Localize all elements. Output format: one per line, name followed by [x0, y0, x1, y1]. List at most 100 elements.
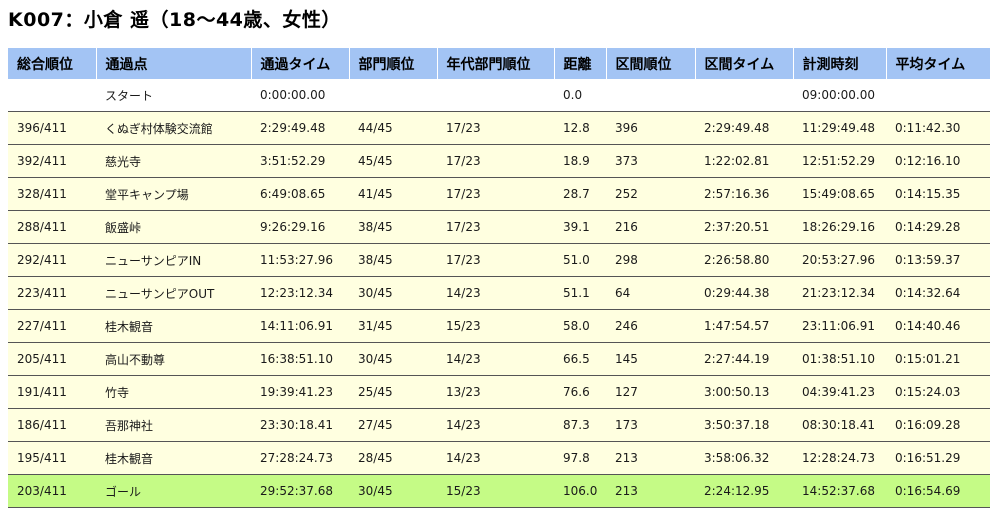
cell-overall-rank: 292/411	[8, 243, 96, 277]
cell-age-division-rank: 14/23	[437, 276, 554, 310]
cell-split-time: 11:53:27.96	[251, 243, 349, 277]
column-header-average-time: 平均タイム	[886, 48, 991, 79]
cell-division-rank: 27/45	[349, 408, 437, 442]
column-header-split-time: 通過タイム	[251, 48, 350, 79]
column-header-checkpoint: 通過点	[96, 48, 252, 79]
table-row: 288/411 飯盛峠 9:26:29.16 38/45 17/23 39.1 216 2:3…	[8, 210, 990, 244]
cell-split-time: 29:52:37.68	[251, 474, 349, 508]
cell-average-time: 0:14:32.64	[886, 276, 990, 310]
cell-distance: 87.3	[554, 408, 606, 442]
cell-section-time: 2:29:49.48	[695, 111, 793, 145]
cell-section-time: 0:29:44.38	[695, 276, 793, 310]
cell-division-rank: 30/45	[349, 474, 437, 508]
cell-section-rank: 396	[606, 111, 695, 145]
cell-section-time: 2:26:58.80	[695, 243, 793, 277]
cell-section-rank: 145	[606, 342, 695, 376]
start-row: スタート 0:00:00.00 0.0 09:00:00.00	[8, 79, 990, 112]
table-row: 392/411 慈光寺 3:51:52.29 45/45 17/23 18.9 373 1:2…	[8, 144, 990, 178]
cell-checkpoint: 飯盛峠	[96, 210, 251, 244]
cell-average-time: 0:11:42.30	[886, 111, 990, 145]
cell-overall-rank: 288/411	[8, 210, 96, 244]
cell-average-time: 0:16:54.69	[886, 474, 990, 508]
cell-age-division-rank: 17/23	[437, 177, 554, 211]
cell-division-rank: 30/45	[349, 276, 437, 310]
cell-section-time: 2:37:20.51	[695, 210, 793, 244]
cell-average-time: 0:15:24.03	[886, 375, 990, 409]
cell-split-time: 3:51:52.29	[251, 144, 349, 178]
cell-distance: 97.8	[554, 441, 606, 475]
cell-overall-rank: 227/411	[8, 309, 96, 343]
cell-average-time: 0:12:16.10	[886, 144, 990, 178]
cell-age-division-rank: 14/23	[437, 342, 554, 376]
cell-overall-rank: 223/411	[8, 276, 96, 310]
table-row: 292/411 ニューサンピアIN 11:53:27.96 38/45 17/23 51.…	[8, 243, 990, 277]
cell-distance: 58.0	[554, 309, 606, 343]
cell-split-time: 9:26:29.16	[251, 210, 349, 244]
table-row: 191/411 竹寺 19:39:41.23 25/45 13/23 76.6 127 3:0…	[8, 375, 990, 409]
cell-clock-time: 21:23:12.34	[793, 276, 886, 310]
cell-clock-time: 20:53:27.96	[793, 243, 886, 277]
cell-division-rank: 44/45	[349, 111, 437, 145]
header-row: 総合順位 通過点 通過タイム 部門順位 年代部門順位 距離 区間順位 区間タイム 計測時刻 平均タ…	[8, 48, 991, 79]
cell-overall-rank: 205/411	[8, 342, 96, 376]
cell-distance: 51.0	[554, 243, 606, 277]
column-header-section-time: 区間タイム	[695, 48, 794, 79]
cell-age-division-rank: 17/23	[437, 243, 554, 277]
cell-section-time	[695, 79, 793, 112]
cell-distance: 28.7	[554, 177, 606, 211]
cell-section-time: 3:00:50.13	[695, 375, 793, 409]
cell-split-time: 19:39:41.23	[251, 375, 349, 409]
cell-section-rank: 252	[606, 177, 695, 211]
cell-checkpoint: 吾那神社	[96, 408, 251, 442]
cell-checkpoint: 桂木観音	[96, 441, 251, 475]
cell-distance: 39.1	[554, 210, 606, 244]
cell-checkpoint: ニューサンピアIN	[96, 243, 251, 277]
cell-split-time: 2:29:49.48	[251, 111, 349, 145]
cell-distance: 76.6	[554, 375, 606, 409]
cell-age-division-rank	[437, 79, 554, 112]
cell-age-division-rank: 15/23	[437, 309, 554, 343]
cell-distance: 51.1	[554, 276, 606, 310]
cell-split-time: 16:38:51.10	[251, 342, 349, 376]
cell-clock-time: 09:00:00.00	[793, 79, 886, 112]
cell-overall-rank	[8, 79, 96, 112]
table-row: 205/411 高山不動尊 16:38:51.10 30/45 14/23 66.5 145…	[8, 342, 990, 376]
cell-age-division-rank: 14/23	[437, 441, 554, 475]
cell-clock-time: 08:30:18.41	[793, 408, 886, 442]
column-header-division-rank: 部門順位	[349, 48, 438, 79]
cell-section-time: 3:58:06.32	[695, 441, 793, 475]
cell-checkpoint: 高山不動尊	[96, 342, 251, 376]
cell-average-time: 0:14:29.28	[886, 210, 990, 244]
cell-division-rank	[349, 79, 437, 112]
table-row: 396/411 くぬぎ村体験交流館 2:29:49.48 44/45 17/23 12.8…	[8, 111, 990, 145]
cell-section-rank: 373	[606, 144, 695, 178]
cell-division-rank: 38/45	[349, 243, 437, 277]
cell-section-rank	[606, 79, 695, 112]
cell-distance: 0.0	[554, 79, 606, 112]
cell-division-rank: 38/45	[349, 210, 437, 244]
cell-clock-time: 18:26:29.16	[793, 210, 886, 244]
cell-clock-time: 04:39:41.23	[793, 375, 886, 409]
cell-split-time: 12:23:12.34	[251, 276, 349, 310]
cell-section-rank: 216	[606, 210, 695, 244]
cell-split-time: 6:49:08.65	[251, 177, 349, 211]
cell-division-rank: 41/45	[349, 177, 437, 211]
cell-overall-rank: 203/411	[8, 474, 96, 508]
cell-checkpoint: ニューサンピアOUT	[96, 276, 251, 310]
cell-average-time: 0:16:09.28	[886, 408, 990, 442]
cell-overall-rank: 191/411	[8, 375, 96, 409]
cell-split-time: 0:00:00.00	[251, 79, 349, 112]
cell-section-rank: 127	[606, 375, 695, 409]
cell-section-rank: 213	[606, 441, 695, 475]
column-header-overall-rank: 総合順位	[8, 48, 97, 79]
table-row: 227/411 桂木観音 14:11:06.91 31/45 15/23 58.0 246 1…	[8, 309, 990, 343]
table-header: 総合順位 通過点 通過タイム 部門順位 年代部門順位 距離 区間順位 区間タイム 計測時刻 平均タ…	[8, 48, 991, 79]
cell-checkpoint: ゴール	[96, 474, 251, 508]
cell-clock-time: 12:51:52.29	[793, 144, 886, 178]
cell-clock-time: 01:38:51.10	[793, 342, 886, 376]
cell-section-rank: 298	[606, 243, 695, 277]
cell-checkpoint: 慈光寺	[96, 144, 251, 178]
cell-age-division-rank: 17/23	[437, 144, 554, 178]
cell-checkpoint: くぬぎ村体験交流館	[96, 111, 251, 145]
table-row: 328/411 堂平キャンプ場 6:49:08.65 41/45 17/23 28.7 25…	[8, 177, 990, 211]
